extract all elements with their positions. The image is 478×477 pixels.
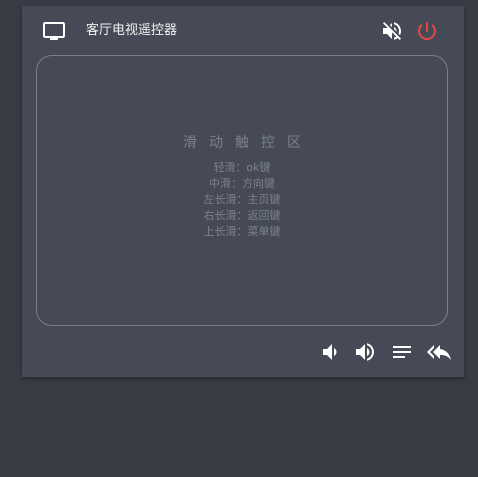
power-button[interactable] (415, 19, 439, 43)
touch-area[interactable]: 滑动触控区 轻滑：ok键 中滑：方向键 左长滑：主页键 右长滑：返回键 上长滑：… (36, 55, 448, 326)
hint-long-left: 左长滑：主页键 (203, 193, 281, 206)
hint-long-right: 右长滑：返回键 (203, 209, 281, 222)
hint-swipe: 中滑：方向键 (209, 177, 275, 190)
power-icon (418, 22, 436, 40)
back-button[interactable] (427, 340, 451, 364)
gesture-hints: 轻滑：ok键 中滑：方向键 左长滑：主页键 右长滑：返回键 上长滑：菜单键 (37, 160, 447, 240)
tv-icon (42, 19, 66, 43)
volume-off-icon (383, 22, 401, 40)
hint-tap: 轻滑：ok键 (213, 161, 271, 174)
volume-down-button[interactable] (318, 340, 342, 364)
volume-down-icon (323, 344, 337, 360)
volume-up-icon (356, 343, 374, 361)
remote-header: 客厅电视遥控器 (22, 6, 464, 56)
reply-all-icon (427, 345, 451, 360)
volume-up-button[interactable] (353, 340, 377, 364)
hint-long-up: 上长滑：菜单键 (203, 225, 281, 238)
menu-button[interactable] (390, 340, 414, 364)
remote-card: 客厅电视遥控器 滑动触控区 轻滑：ok键 中滑：方向键 左长滑：主页键 右长滑：… (22, 6, 464, 377)
menu-icon (393, 346, 411, 358)
mute-button[interactable] (380, 19, 404, 43)
touch-area-title: 滑动触控区 (183, 135, 313, 151)
remote-title: 客厅电视遥控器 (86, 23, 178, 38)
